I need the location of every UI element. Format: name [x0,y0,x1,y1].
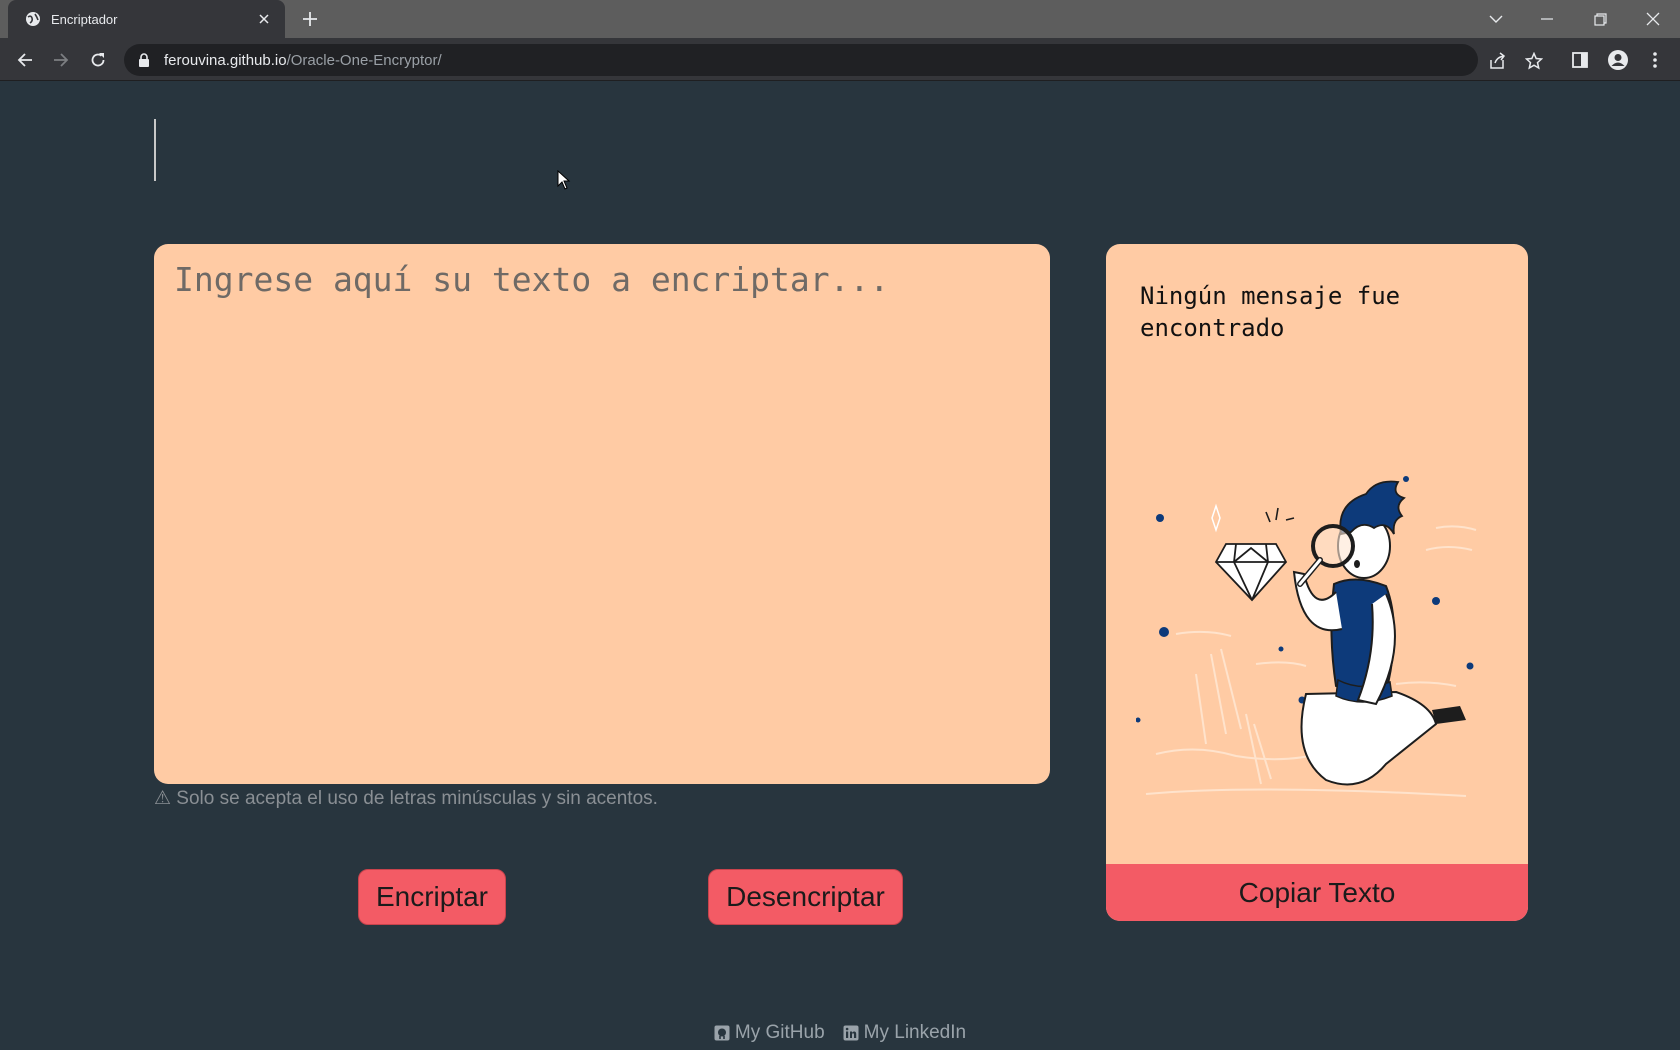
lock-icon [138,53,150,67]
url-host: ferouvina.github.io [164,51,287,69]
profile-icon[interactable] [1606,48,1630,72]
copy-text-button[interactable]: Copiar Texto [1106,864,1528,921]
tab-title: Encriptador [51,11,118,27]
output-panel: Ningún mensaje fue encontrado Copiar Tex… [1106,244,1528,921]
back-arrow-icon[interactable] [13,48,37,72]
footer: My GitHub My LinkedIn [0,1022,1680,1044]
side-panel-icon[interactable] [1568,48,1592,72]
url-path: /Oracle-One-Encryptor/ [286,51,442,69]
github-icon [714,1025,730,1041]
share-icon[interactable] [1488,51,1508,71]
github-label: My GitHub [734,1022,825,1043]
linkedin-icon [843,1025,859,1041]
browser-tab[interactable]: Encriptador [8,0,285,38]
searching-person-illustration [1136,476,1477,797]
new-tab-button[interactable] [300,9,320,29]
star-icon[interactable] [1524,51,1544,71]
minimize-icon[interactable] [1535,7,1559,31]
tab-strip: Encriptador [0,0,1680,38]
reload-icon[interactable] [86,48,110,72]
output-message: Ningún mensaje fue encontrado [1140,282,1401,342]
mouse-cursor-icon [557,169,571,195]
menu-dots-icon[interactable] [1643,48,1667,72]
close-window-icon[interactable] [1641,7,1665,31]
page-content: ⚠ Solo se acepta el uso de letras minúsc… [0,82,1680,1050]
linkedin-link[interactable]: My LinkedIn [843,1022,966,1044]
restore-icon[interactable] [1588,7,1612,31]
close-icon[interactable] [255,10,273,28]
address-bar[interactable]: ferouvina.github.io/Oracle-One-Encryptor… [124,44,1543,76]
input-text-area[interactable] [154,244,1050,784]
globe-icon [25,11,41,27]
decrypt-button[interactable]: Desencriptar [708,869,903,925]
input-warning: ⚠ Solo se acepta el uso de letras minúsc… [154,788,658,809]
linkedin-label: My LinkedIn [863,1022,967,1043]
encrypt-button[interactable]: Encriptar [358,869,506,925]
forward-arrow-icon[interactable] [49,48,73,72]
url-text: ferouvina.github.io/Oracle-One-Encryptor… [164,52,442,69]
github-link[interactable]: My GitHub [714,1022,825,1044]
browser-toolbar: ferouvina.github.io/Oracle-One-Encryptor… [0,38,1680,81]
chevron-down-icon[interactable] [1484,7,1508,31]
logo-divider [154,119,156,181]
